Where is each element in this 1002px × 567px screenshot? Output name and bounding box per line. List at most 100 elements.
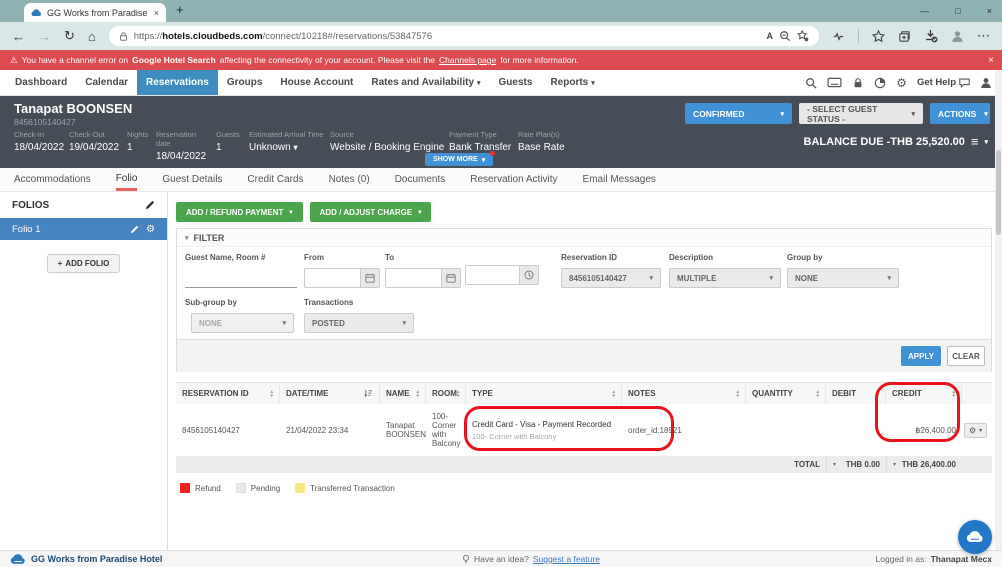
col-reservation-id[interactable]: RESERVATION ID: [176, 383, 280, 404]
home-icon[interactable]: ⌂: [88, 29, 96, 44]
window-maximize-button[interactable]: □: [955, 6, 960, 16]
nav-item-house-account[interactable]: House Account: [271, 70, 362, 95]
sort-icon[interactable]: [270, 390, 273, 398]
tab-notes[interactable]: Notes (0): [329, 168, 370, 191]
collections-icon[interactable]: [898, 30, 911, 43]
nav-item-dashboard[interactable]: Dashboard: [6, 70, 76, 95]
transactions-select[interactable]: POSTED▾: [304, 313, 414, 333]
chevron-down-icon[interactable]: ▾: [984, 138, 988, 146]
favorites-settings-icon[interactable]: [797, 30, 809, 42]
chevron-down-icon[interactable]: ▾: [833, 461, 836, 468]
get-help-button[interactable]: Get Help: [917, 77, 970, 88]
add-adjust-charge-button[interactable]: ADD / ADJUST CHARGE▾: [310, 202, 432, 222]
add-folio-button[interactable]: + ADD FOLIO: [47, 254, 121, 273]
channels-page-link[interactable]: Channels page: [439, 55, 496, 65]
payments-icon[interactable]: [827, 77, 842, 88]
nav-item-groups[interactable]: Groups: [218, 70, 272, 95]
banner-close-icon[interactable]: ×: [988, 55, 994, 66]
nav-item-reports[interactable]: Reports▾: [541, 70, 603, 95]
sub-group-by-select[interactable]: NONE▾: [191, 313, 294, 333]
nav-item-rates-availability[interactable]: Rates and Availability▾: [362, 70, 489, 95]
favorites-star-icon[interactable]: [872, 30, 885, 43]
read-aloud-icon[interactable]: A: [767, 31, 774, 41]
col-debit[interactable]: DEBIT: [826, 383, 886, 404]
sort-icon[interactable]: [736, 390, 739, 398]
settings-gear-icon[interactable]: ⚙: [896, 76, 907, 90]
show-more-button[interactable]: SHOW MORE ▾: [425, 153, 493, 166]
tab-guest-details[interactable]: Guest Details: [162, 168, 222, 191]
profile-avatar-icon[interactable]: [951, 30, 964, 43]
tab-reservation-activity[interactable]: Reservation Activity: [470, 168, 557, 191]
chat-widget-button[interactable]: [958, 520, 992, 554]
estimated-arrival-dropdown[interactable]: Estimated Arrival TimeUnknown ▾: [249, 130, 325, 162]
nav-item-calendar[interactable]: Calendar: [76, 70, 137, 95]
clear-button[interactable]: CLEAR: [947, 346, 985, 366]
add-refund-payment-button[interactable]: ADD / REFUND PAYMENT▾: [176, 202, 303, 222]
apply-button[interactable]: APPLY: [901, 346, 941, 366]
balance-menu-icon[interactable]: ≡: [971, 134, 979, 149]
search-icon[interactable]: [805, 77, 817, 89]
new-tab-button[interactable]: +: [176, 2, 184, 17]
col-date-time[interactable]: DATE/TIME: [280, 383, 380, 404]
total-label: TOTAL: [794, 460, 820, 469]
tab-email-messages[interactable]: Email Messages: [583, 168, 656, 191]
suggest-feature-link[interactable]: Suggest a feature: [533, 554, 600, 564]
col-quantity[interactable]: QUANTITY: [746, 383, 826, 404]
guest-status-dropdown[interactable]: - SELECT GUEST STATUS -▾: [799, 103, 923, 124]
edit-pencil-icon[interactable]: [130, 225, 139, 234]
col-notes[interactable]: NOTES: [622, 383, 746, 404]
tab-folio[interactable]: Folio: [116, 168, 138, 191]
url-bar[interactable]: https://hotels.cloudbeds.com/connect/102…: [109, 26, 819, 46]
downloads-icon[interactable]: [924, 29, 938, 43]
col-room[interactable]: ROOM: [426, 383, 466, 404]
reservation-id-select[interactable]: 8456105140427▾: [561, 268, 661, 288]
nav-item-guests[interactable]: Guests: [490, 70, 542, 95]
page-scrollbar[interactable]: [995, 70, 1002, 550]
to-time-input[interactable]: [465, 265, 539, 285]
legend-refund: Refund: [180, 483, 221, 493]
cash-drawer-icon[interactable]: [852, 77, 864, 89]
sort-icon[interactable]: [952, 390, 955, 398]
user-icon[interactable]: [980, 77, 992, 89]
col-type[interactable]: TYPE: [466, 383, 622, 404]
chevron-down-icon[interactable]: ▾: [893, 461, 896, 468]
guest-name-input[interactable]: [185, 262, 297, 288]
tab-accommodations[interactable]: Accommodations: [14, 168, 91, 191]
col-name[interactable]: NAME: [380, 383, 426, 404]
folio-list-item[interactable]: Folio 1 ⚙: [0, 218, 167, 240]
refund-swatch: [180, 483, 190, 493]
description-select[interactable]: MULTIPLE▾: [669, 268, 781, 288]
refresh-icon[interactable]: ↻: [64, 28, 75, 44]
browser-menu-icon[interactable]: ⋯: [977, 28, 990, 44]
nav-item-reservations[interactable]: Reservations: [137, 70, 218, 95]
sort-icon[interactable]: [457, 390, 460, 398]
sort-icon[interactable]: [612, 390, 615, 398]
status-dropdown[interactable]: CONFIRMED▾: [685, 103, 792, 124]
tab-credit-cards[interactable]: Credit Cards: [247, 168, 303, 191]
folio-gear-icon[interactable]: ⚙: [146, 224, 155, 235]
row-actions-button[interactable]: ⚙▾: [964, 423, 987, 438]
zoom-out-icon[interactable]: [779, 30, 791, 42]
window-close-button[interactable]: ×: [987, 6, 992, 16]
filter-header[interactable]: ▾ FILTER: [177, 229, 991, 247]
scrollbar-thumb[interactable]: [996, 150, 1001, 235]
clock-icon: [524, 270, 534, 280]
tab-documents[interactable]: Documents: [395, 168, 446, 191]
sort-desc-icon[interactable]: [364, 389, 373, 398]
edit-pencil-icon[interactable]: [145, 200, 155, 210]
window-minimize-button[interactable]: —: [920, 6, 929, 16]
reports-pie-icon[interactable]: [874, 77, 886, 89]
tab-close-icon[interactable]: ×: [154, 8, 159, 18]
sort-icon[interactable]: [876, 390, 879, 398]
forward-icon[interactable]: →: [38, 29, 51, 44]
actions-button[interactable]: ACTIONS▾: [930, 103, 990, 124]
browser-tab[interactable]: GG Works from Paradise Hotel - ×: [24, 3, 166, 22]
sort-icon[interactable]: [416, 390, 419, 398]
back-icon[interactable]: ←: [12, 29, 25, 44]
sort-icon[interactable]: [816, 390, 819, 398]
to-date-input[interactable]: [385, 268, 461, 288]
browser-essentials-icon[interactable]: [832, 30, 845, 43]
from-date-input[interactable]: [304, 268, 380, 288]
group-by-select[interactable]: NONE▾: [787, 268, 899, 288]
col-credit[interactable]: CREDIT: [886, 383, 962, 404]
